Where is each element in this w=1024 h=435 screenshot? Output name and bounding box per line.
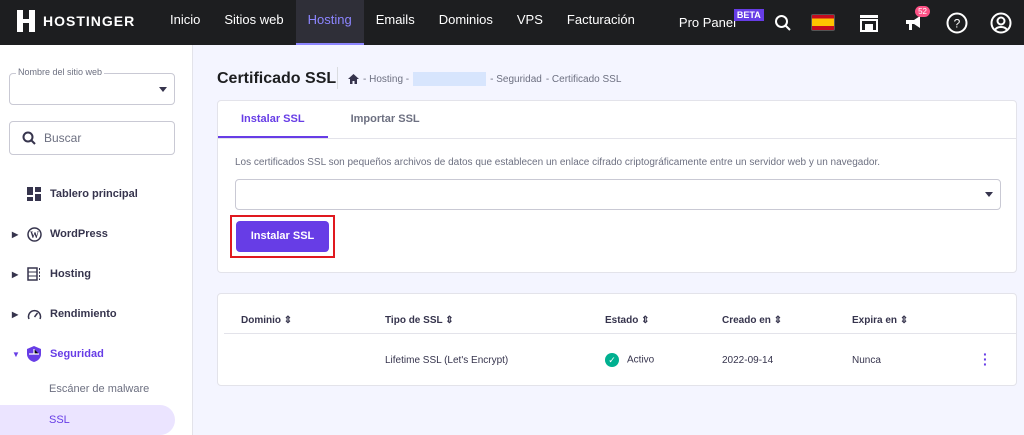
sidebar-item-seguridad[interactable]: ▼ Seguridad [0, 344, 193, 364]
nav-sitios-web[interactable]: Sitios web [212, 0, 295, 45]
wordpress-icon: W [26, 226, 42, 242]
sidebar-item-rendimiento[interactable]: ▶ Rendimiento [0, 304, 193, 324]
ssl-table: Dominio ⇕ Tipo de SSL ⇕ Estado ⇕ Creado … [217, 293, 1017, 386]
search-placeholder: Buscar [44, 131, 82, 145]
sidebar: Nombre del sitio web Buscar Tablero prin… [0, 45, 193, 435]
breadcrumb-certificado: - Certificado SSL [545, 73, 622, 85]
server-icon [26, 266, 42, 282]
brand-name: HOSTINGER [43, 13, 136, 29]
nav-vps[interactable]: VPS [505, 0, 555, 45]
search-icon [22, 131, 36, 145]
table-divider [224, 333, 1016, 334]
tab-instalar-ssl[interactable]: Instalar SSL [218, 101, 328, 138]
column-header-tipo[interactable]: Tipo de SSL ⇕ [385, 315, 454, 326]
nav-hosting[interactable]: Hosting [295, 0, 364, 45]
chevron-down-icon [159, 87, 167, 96]
nav-emails[interactable]: Emails [364, 0, 427, 45]
announcements-icon[interactable]: 52 [902, 5, 930, 34]
column-header-dominio[interactable]: Dominio ⇕ [241, 315, 292, 326]
cell-status: ✓ Activo [605, 353, 654, 367]
chevron-right-icon: ▶ [12, 309, 19, 319]
sidebar-item-tablero[interactable]: Tablero principal [0, 184, 193, 204]
top-bar: HOSTINGER Inicio Sitios web Hosting Emai… [0, 0, 1024, 45]
sort-icon: ⇕ [445, 315, 454, 326]
help-icon[interactable]: ? [946, 12, 968, 34]
check-circle-icon: ✓ [605, 353, 619, 367]
cell-expires: Nunca [852, 355, 881, 366]
cell-ssl-type: Lifetime SSL (Let's Encrypt) [385, 355, 509, 366]
highlight-box: Instalar SSL [230, 215, 335, 258]
home-icon[interactable] [348, 74, 359, 84]
column-header-creado[interactable]: Creado en ⇕ [722, 315, 782, 326]
ssl-description: Los certificados SSL son pequeños archiv… [235, 157, 881, 168]
sidebar-subitem-ssl[interactable]: SSL [0, 405, 175, 435]
install-ssl-card: Instalar SSL Importar SSL Los certificad… [217, 100, 1017, 273]
page-title: Certificado SSL [217, 70, 337, 87]
breadcrumb-domain-redacted[interactable] [413, 72, 487, 86]
sort-icon: ⇕ [899, 315, 909, 326]
tab-importar-ssl[interactable]: Importar SSL [328, 101, 443, 138]
sidebar-item-wordpress[interactable]: ▶ W WordPress [0, 224, 193, 244]
svg-text:W: W [30, 230, 39, 240]
ssl-tabs: Instalar SSL Importar SSL [218, 101, 1016, 139]
chevron-down-icon: ▼ [12, 349, 20, 359]
main-nav: Inicio Sitios web Hosting Emails Dominio… [158, 0, 647, 45]
breadcrumb: - Hosting - - Seguridad - Certificado SS… [348, 72, 621, 86]
hostinger-logo[interactable]: HOSTINGER [17, 10, 135, 32]
cell-created: 2022-09-14 [722, 355, 774, 366]
install-ssl-button[interactable]: Instalar SSL [236, 221, 329, 252]
sidebar-item-label: Rendimiento [50, 308, 117, 320]
domain-select[interactable] [235, 179, 1001, 210]
status-label: Activo [627, 354, 655, 366]
sort-icon: ⇕ [773, 315, 783, 326]
speedometer-icon [26, 306, 42, 322]
language-flag-icon[interactable] [810, 12, 836, 34]
title-divider [337, 67, 338, 89]
nav-inicio[interactable]: Inicio [158, 0, 212, 45]
pro-panel-label: Pro Panel [678, 15, 736, 30]
sidebar-item-hosting[interactable]: ▶ Hosting [0, 264, 193, 284]
pro-panel-link[interactable]: Pro Panel BETA [678, 9, 764, 30]
sidebar-item-label: WordPress [50, 228, 108, 240]
sidebar-item-label: Hosting [50, 268, 91, 280]
chevron-right-icon: ▶ [12, 229, 19, 239]
beta-badge: BETA [733, 9, 764, 21]
svg-text:?: ? [954, 16, 961, 30]
breadcrumb-seguridad[interactable]: - Seguridad [490, 74, 542, 85]
notification-count: 52 [915, 5, 930, 17]
chevron-right-icon: ▶ [12, 269, 19, 279]
sidebar-item-label: Seguridad [50, 348, 104, 360]
column-header-expira[interactable]: Expira en ⇕ [852, 315, 908, 326]
nav-dominios[interactable]: Dominios [427, 0, 505, 45]
nav-facturacion[interactable]: Facturación [555, 0, 647, 45]
account-icon[interactable] [990, 12, 1012, 34]
chevron-down-icon [985, 192, 993, 201]
hostinger-logo-icon [17, 10, 35, 32]
dashboard-icon [26, 186, 42, 202]
shield-icon [26, 346, 42, 362]
sidebar-search-input[interactable]: Buscar [9, 121, 175, 155]
sidebar-item-label: Tablero principal [50, 188, 138, 200]
store-icon[interactable] [858, 12, 880, 34]
sort-icon: ⇕ [283, 315, 293, 326]
more-options-icon[interactable]: · · · [983, 347, 988, 371]
search-icon[interactable] [772, 12, 794, 34]
sidebar-subitem-escaner[interactable]: Escáner de malware [49, 383, 149, 395]
site-select-label: Nombre del sitio web [16, 67, 105, 77]
sort-icon: ⇕ [641, 315, 650, 326]
breadcrumb-hosting[interactable]: - Hosting - [363, 74, 409, 85]
site-select[interactable]: Nombre del sitio web [9, 67, 175, 105]
column-header-estado[interactable]: Estado ⇕ [605, 315, 650, 326]
